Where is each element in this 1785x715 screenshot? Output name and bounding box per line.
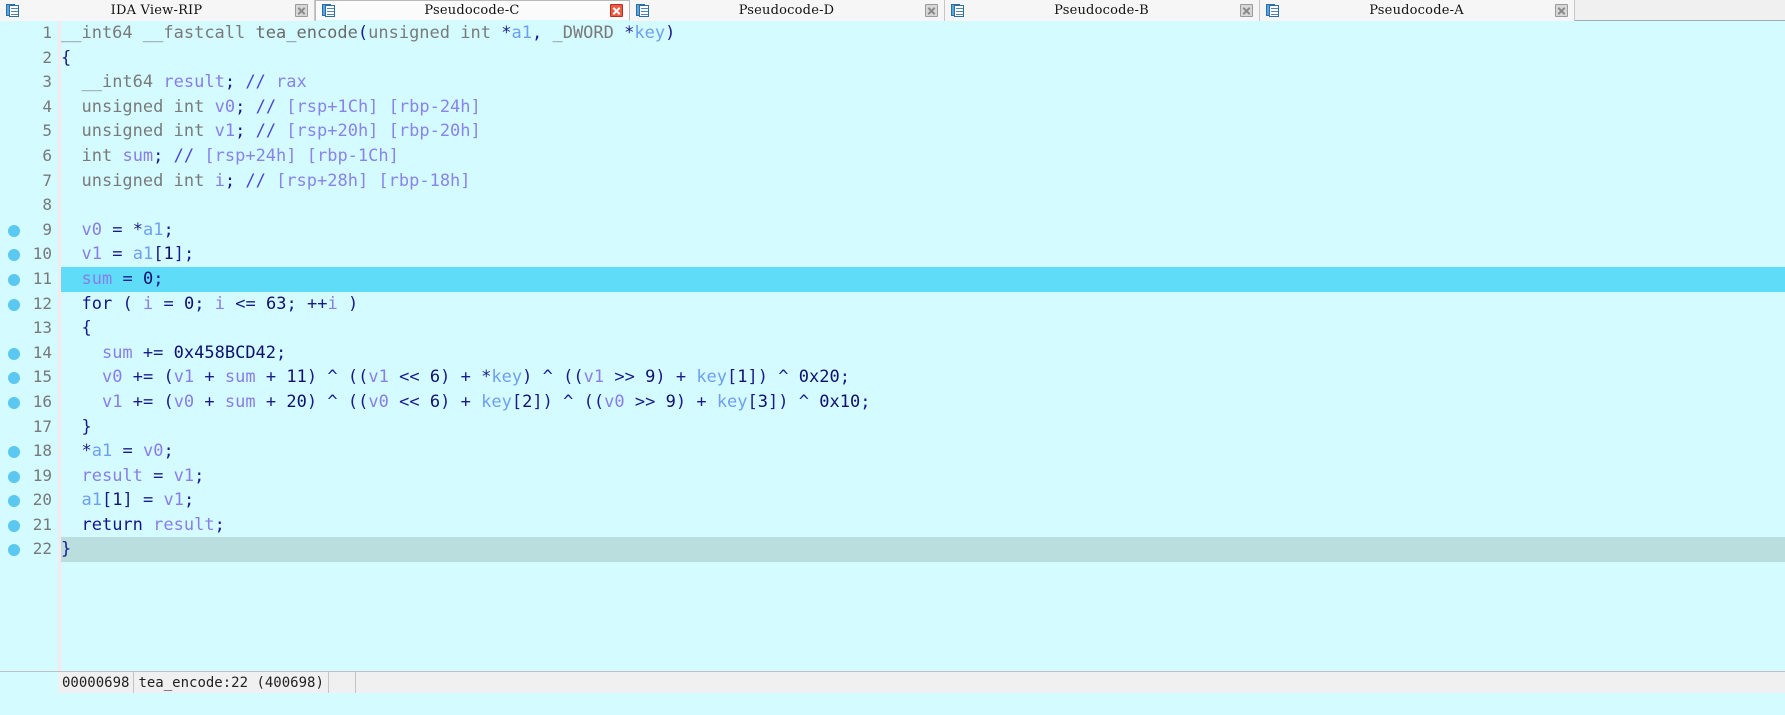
line-code[interactable]: v0 = *a1; (61, 218, 173, 243)
line-code[interactable]: v0 += (v1 + sum + 11) ^ ((v1 << 6) + *ke… (61, 365, 850, 390)
code-line[interactable]: 10 v1 = a1[1]; (0, 242, 1785, 267)
status-address: 00000698 (58, 671, 135, 693)
tab-ida-view-rip[interactable]: IDA View-RIP (0, 0, 315, 21)
document-icon (951, 3, 965, 18)
code-line[interactable]: 8 (0, 193, 1785, 218)
line-code[interactable]: result = v1; (61, 464, 204, 489)
code-line-list[interactable]: 1 __int64 __fastcall tea_encode(unsigned … (0, 21, 1785, 563)
line-number: 19 (32, 465, 52, 485)
code-line[interactable]: 7 unsigned int i; // [rsp+28h] [rbp-18h] (0, 169, 1785, 194)
line-number: 3 (42, 72, 52, 92)
line-number: 22 (32, 539, 52, 559)
tab-bar: IDA View-RIP Pseudocode-C Pseudocode-D P… (0, 0, 1785, 21)
line-code[interactable]: { (61, 46, 71, 71)
tab-label: Pseudocode-B (1054, 3, 1149, 18)
line-code[interactable]: unsigned int v1; // [rsp+20h] [rbp-20h] (61, 119, 480, 144)
line-code[interactable]: { (61, 316, 91, 341)
tab-pseudocode-d[interactable]: Pseudocode-D (630, 0, 945, 21)
tab-label: Pseudocode-C (424, 3, 520, 18)
line-code[interactable]: } (61, 415, 91, 440)
line-number: 2 (42, 47, 52, 67)
line-number: 15 (32, 367, 52, 387)
line-number: 13 (32, 318, 52, 338)
code-line[interactable]: 22} (0, 537, 1785, 563)
close-icon[interactable] (1240, 4, 1253, 17)
code-line[interactable]: 19 result = v1; (0, 464, 1785, 489)
line-number: 5 (42, 121, 52, 141)
code-line[interactable]: 11 sum = 0; (0, 266, 1785, 292)
close-icon[interactable] (295, 4, 308, 17)
tab-pseudocode-a[interactable]: Pseudocode-A (1260, 0, 1575, 21)
line-code[interactable]: sum += 0x458BCD42; (61, 341, 286, 366)
code-line[interactable]: 18 *a1 = v0; (0, 439, 1785, 464)
line-number: 6 (42, 145, 52, 165)
code-line[interactable]: 1 __int64 __fastcall tea_encode(unsigned … (0, 21, 1785, 46)
code-line[interactable]: 17 } (0, 415, 1785, 440)
line-code[interactable]: __int64 result; // rax (61, 70, 306, 95)
line-number: 9 (42, 219, 52, 239)
line-code[interactable]: return result; (61, 513, 224, 538)
line-number: 8 (42, 195, 52, 215)
code-line[interactable]: 4 unsigned int v0; // [rsp+1Ch] [rbp-24h… (0, 95, 1785, 120)
code-line[interactable]: 9 v0 = *a1; (0, 218, 1785, 243)
line-number: 20 (32, 490, 52, 510)
close-icon[interactable] (925, 4, 938, 17)
code-line[interactable]: 12 for ( i = 0; i <= 63; ++i ) (0, 292, 1785, 317)
pseudocode-editor[interactable]: 1 __int64 __fastcall tea_encode(unsigned … (0, 21, 1785, 693)
line-number: 17 (32, 416, 52, 436)
line-code[interactable]: for ( i = 0; i <= 63; ++i ) (61, 292, 358, 317)
code-line[interactable]: 15 v0 += (v1 + sum + 11) ^ ((v1 << 6) + … (0, 365, 1785, 390)
line-number: 21 (32, 514, 52, 534)
status-spacer (329, 671, 356, 693)
line-number: 11 (32, 268, 52, 288)
line-number: 12 (32, 293, 52, 313)
line-code[interactable]: } (61, 537, 71, 562)
code-line[interactable]: 13 { (0, 316, 1785, 341)
tab-pseudocode-c[interactable]: Pseudocode-C (315, 0, 630, 21)
line-highlight (61, 537, 1785, 563)
line-number: 14 (32, 342, 52, 362)
tab-label: IDA View-RIP (110, 3, 203, 18)
line-code[interactable]: sum = 0; (61, 267, 163, 292)
status-location: tea_encode:22 (400698) (134, 671, 329, 693)
close-icon[interactable] (610, 4, 623, 17)
code-line[interactable]: 14 sum += 0x458BCD42; (0, 341, 1785, 366)
line-number: 7 (42, 170, 52, 190)
tab-pseudocode-b[interactable]: Pseudocode-B (945, 0, 1260, 21)
code-line[interactable]: 20 a1[1] = v1; (0, 488, 1785, 513)
code-line[interactable]: 6 int sum; // [rsp+24h] [rbp-1Ch] (0, 144, 1785, 169)
code-line[interactable]: 3 __int64 result; // rax (0, 70, 1785, 95)
tab-label: Pseudocode-A (1369, 3, 1464, 18)
status-bar-gutter-pad (0, 671, 58, 693)
tab-label: Pseudocode-D (738, 3, 835, 18)
line-code[interactable]: unsigned int v0; // [rsp+1Ch] [rbp-24h] (61, 95, 480, 120)
line-code[interactable]: __int64 __fastcall tea_encode(unsigned i… (61, 21, 675, 46)
line-code[interactable]: a1[1] = v1; (61, 488, 194, 513)
line-highlight (61, 266, 1785, 292)
line-number: 16 (32, 391, 52, 411)
document-icon (1266, 3, 1280, 18)
document-icon (322, 3, 336, 18)
line-number: 1 (42, 23, 52, 42)
close-icon[interactable] (1555, 4, 1568, 17)
line-number: 4 (42, 96, 52, 116)
document-icon (6, 3, 20, 18)
code-line[interactable]: 5 unsigned int v1; // [rsp+20h] [rbp-20h… (0, 119, 1785, 144)
code-line[interactable]: 21 return result; (0, 513, 1785, 538)
code-line[interactable]: 2{ (0, 46, 1785, 71)
line-number: 10 (32, 244, 52, 264)
line-number: 18 (32, 441, 52, 461)
line-code[interactable]: unsigned int i; // [rsp+28h] [rbp-18h] (61, 169, 470, 194)
line-code[interactable]: int sum; // [rsp+24h] [rbp-1Ch] (61, 144, 398, 169)
code-line[interactable]: 16 v1 += (v0 + sum + 20) ^ ((v0 << 6) + … (0, 390, 1785, 415)
line-code[interactable]: v1 += (v0 + sum + 20) ^ ((v0 << 6) + key… (61, 390, 871, 415)
line-code[interactable]: v1 = a1[1]; (61, 242, 194, 267)
status-bar: 00000698 tea_encode:22 (400698) (0, 671, 1785, 693)
line-code[interactable]: *a1 = v0; (61, 439, 173, 464)
document-icon (636, 3, 650, 18)
